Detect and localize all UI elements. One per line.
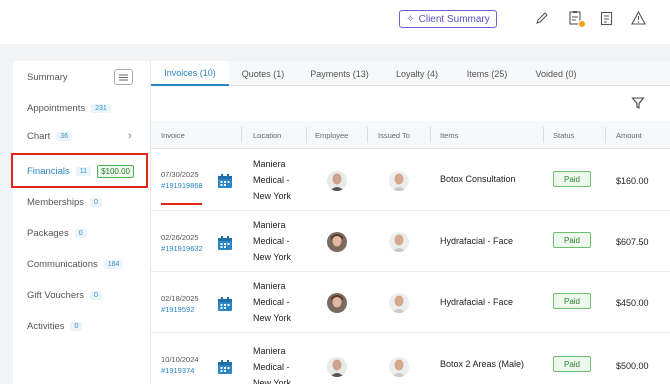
status-badge: Paid: [553, 171, 591, 187]
sidebar-item-gift-vouchers[interactable]: Gift Vouchers 0: [13, 280, 150, 310]
item-name: Botox 2 Areas (Male): [440, 359, 525, 369]
calendar-icon[interactable]: [217, 173, 233, 189]
alert-badge: [578, 20, 586, 28]
financials-tabs: Invoices (10) Quotes (1) Payments (13) L…: [151, 61, 670, 86]
invoice-date: 02/18/2025: [161, 294, 199, 303]
column-header-items[interactable]: Items: [440, 121, 458, 149]
tab-invoices[interactable]: Invoices (10): [151, 61, 229, 86]
client-sidebar: Summary Appointments 231 Chart 36 › Fina…: [13, 61, 150, 384]
summary-toggle-button[interactable]: [114, 69, 133, 85]
sidebar-item-label: Chart: [27, 130, 51, 142]
status-badge: Paid: [553, 293, 591, 309]
item-name: Hydrafacial - Face: [440, 297, 514, 307]
item-name: Hydrafacial - Face: [440, 236, 514, 246]
invoice-link[interactable]: #191919868: [161, 181, 203, 190]
column-header-location[interactable]: Location: [253, 121, 281, 149]
sidebar-item-label: Appointments: [27, 102, 86, 114]
status-badge: Paid: [553, 232, 591, 248]
invoice-link[interactable]: #191919632: [161, 244, 203, 253]
table-row[interactable]: 10/10/2024 #1919374 Maniera Medical - New …: [151, 333, 670, 384]
calendar-icon[interactable]: [217, 359, 233, 375]
sidebar-item-label: Communications: [27, 258, 98, 270]
client-summary-label: Client Summary: [418, 13, 490, 25]
sidebar-item-label: Activities: [27, 320, 65, 332]
count-badge: 0: [74, 228, 87, 238]
sidebar-item-chart[interactable]: Chart 36 ›: [13, 121, 150, 151]
count-badge: 0: [90, 197, 102, 207]
employee-avatar[interactable]: [327, 357, 347, 377]
calendar-icon[interactable]: [217, 235, 233, 251]
warning-icon[interactable]: [629, 9, 647, 27]
count-badge: 36: [56, 131, 73, 141]
note-icon[interactable]: [597, 9, 615, 27]
invoice-amount: $607.50: [616, 237, 649, 247]
invoice-highlight-underline: [161, 203, 202, 205]
count-badge: 0: [70, 321, 83, 331]
location-cell: Maniera Medical - New York: [253, 281, 292, 323]
table-row[interactable]: 02/26/2025 #191919632 Maniera Medical - Ne…: [151, 211, 670, 272]
table-row[interactable]: 07/30/2025 #191919868 Maniera Medical - Ne…: [151, 150, 670, 211]
client-summary-button[interactable]: ✧ Client Summary: [399, 10, 497, 28]
client-avatar[interactable]: [389, 357, 409, 377]
top-bar: ✧ Client Summary: [0, 0, 670, 44]
sidebar-item-label: Packages: [27, 227, 69, 239]
employee-avatar[interactable]: [327, 171, 347, 191]
column-header-invoice[interactable]: Invoice: [161, 121, 185, 149]
tab-items[interactable]: Items (25): [452, 61, 522, 86]
table-row[interactable]: 02/18/2025 #1919592 Maniera Medical - New …: [151, 272, 670, 333]
sidebar-item-packages[interactable]: Packages 0: [13, 218, 150, 248]
location-cell: Maniera Medical - New York: [253, 220, 292, 262]
column-header-employee[interactable]: Employee: [315, 121, 348, 149]
clipboard-alert-icon[interactable]: [566, 9, 586, 28]
count-badge: 0: [90, 290, 102, 300]
sidebar-item-label: Summary: [27, 71, 68, 83]
client-avatar[interactable]: [389, 293, 409, 313]
sidebar-item-label: Memberships: [27, 196, 85, 208]
wand-icon: ✧: [406, 13, 415, 25]
tab-quotes[interactable]: Quotes (1): [229, 61, 297, 86]
location-cell: Maniera Medical - New York: [253, 159, 292, 201]
invoice-link[interactable]: #1919374: [161, 366, 194, 375]
calendar-icon[interactable]: [217, 296, 233, 312]
invoice-date: 07/30/2025: [161, 170, 199, 179]
count-badge: 184: [103, 259, 124, 269]
tab-loyalty[interactable]: Loyalty (4): [382, 61, 452, 86]
invoice-date: 02/26/2025: [161, 233, 199, 242]
sidebar-item-memberships[interactable]: Memberships 0: [13, 187, 150, 217]
invoice-amount: $160.00: [616, 176, 649, 186]
pen-icon[interactable]: [533, 9, 551, 27]
chevron-right-icon: ›: [128, 130, 132, 142]
invoice-date: 10/10/2024: [161, 355, 199, 364]
filter-icon[interactable]: [631, 96, 645, 110]
financials-highlight-box: [11, 153, 148, 188]
sidebar-item-communications[interactable]: Communications 184: [13, 249, 150, 279]
tab-payments[interactable]: Payments (13): [297, 61, 382, 86]
sidebar-item-appointments[interactable]: Appointments 231: [13, 93, 150, 123]
invoice-link[interactable]: #1919592: [161, 305, 194, 314]
financials-panel: Invoices (10) Quotes (1) Payments (13) L…: [150, 61, 670, 384]
column-header-issued-to[interactable]: Issued To: [378, 121, 410, 149]
count-badge: 231: [91, 103, 111, 113]
invoice-table-header: Invoice Location Employee Issued To Item…: [151, 121, 670, 149]
client-avatar[interactable]: [389, 232, 409, 252]
employee-avatar[interactable]: [327, 232, 347, 252]
status-badge: Paid: [553, 356, 591, 372]
employee-avatar[interactable]: [327, 293, 347, 313]
item-name: Botox Consultation: [440, 174, 516, 184]
location-cell: Maniera Medical - New York: [253, 346, 292, 384]
tab-voided[interactable]: Voided (0): [522, 61, 590, 86]
column-header-status[interactable]: Status: [553, 121, 574, 149]
invoice-amount: $450.00: [616, 298, 649, 308]
invoice-amount: $500.00: [616, 361, 649, 371]
sidebar-item-activities[interactable]: Activities 0: [13, 311, 150, 341]
client-avatar[interactable]: [389, 171, 409, 191]
sidebar-item-label: Gift Vouchers: [27, 289, 85, 301]
column-header-amount[interactable]: Amount: [616, 121, 642, 149]
